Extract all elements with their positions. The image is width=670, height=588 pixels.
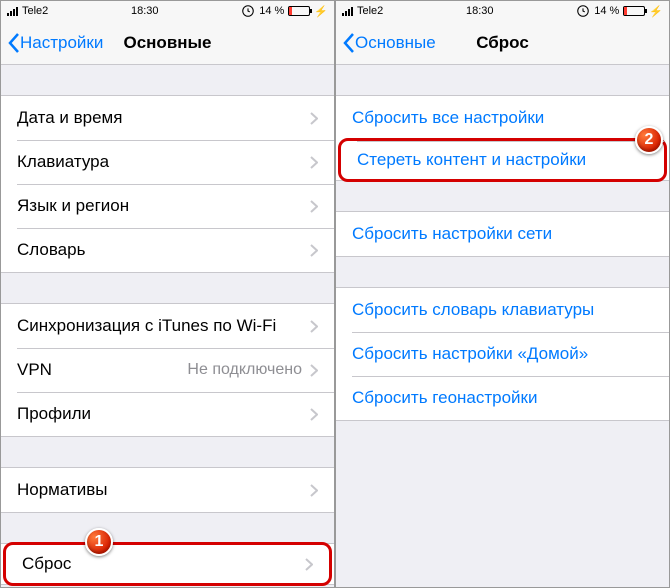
nav-bar: Основные Сброс [336, 21, 669, 65]
cell-label: Сброс [22, 554, 71, 574]
cell-vpn[interactable]: VPN Не подключено [1, 348, 334, 392]
callout-badge-2: 2 [635, 126, 663, 154]
cell-reset-network[interactable]: Сбросить настройки сети [336, 212, 669, 256]
chevron-left-icon [342, 32, 355, 54]
group-general-3: Нормативы [1, 467, 334, 513]
cell-label: Сбросить все настройки [352, 108, 544, 128]
battery-pct-label: 14 % [594, 5, 619, 17]
page-title: Сброс [476, 33, 529, 53]
cell-erase-all[interactable]: Стереть контент и настройки [338, 138, 667, 182]
chevron-right-icon [310, 320, 318, 333]
cell-reset[interactable]: Сброс [3, 542, 332, 586]
group-reset-2: Сбросить настройки сети [336, 211, 669, 257]
cell-label: Словарь [17, 240, 85, 260]
cell-label: Дата и время [17, 108, 122, 128]
cell-label: Сбросить настройки «Домой» [352, 344, 588, 364]
chevron-right-icon [310, 200, 318, 213]
battery-icon [623, 6, 645, 16]
cell-dictionary[interactable]: Словарь [1, 228, 334, 272]
page-title: Основные [123, 33, 211, 53]
cell-profiles[interactable]: Профили [1, 392, 334, 436]
back-button[interactable]: Основные [336, 32, 436, 54]
cell-detail-label: Не подключено [187, 361, 302, 379]
group-reset-1: 2 Сбросить все настройки Стереть контент… [336, 95, 669, 181]
status-bar: Tele2 18:30 14 % ⚡ [1, 1, 334, 21]
phone-left: Tele2 18:30 14 % ⚡ Настройки Основные Да… [0, 0, 335, 588]
cell-label: Синхронизация c iTunes по Wi-Fi [17, 316, 276, 336]
cell-label: Сбросить словарь клавиатуры [352, 300, 594, 320]
chevron-right-icon [310, 364, 318, 377]
cell-reset-keyboard-dict[interactable]: Сбросить словарь клавиатуры [336, 288, 669, 332]
time-label: 18:30 [466, 5, 494, 17]
cell-label: Язык и регион [17, 196, 129, 216]
carrier-label: Tele2 [22, 5, 48, 17]
group-general-2: Синхронизация c iTunes по Wi-Fi VPN Не п… [1, 303, 334, 437]
battery-icon [288, 6, 310, 16]
signal-icon [342, 7, 353, 16]
back-button[interactable]: Настройки [1, 32, 103, 54]
chevron-right-icon [310, 484, 318, 497]
cell-reset-location[interactable]: Сбросить геонастройки [336, 376, 669, 420]
cell-label: Стереть контент и настройки [357, 150, 586, 170]
cell-keyboard[interactable]: Клавиатура [1, 140, 334, 184]
nav-bar: Настройки Основные [1, 21, 334, 65]
cell-label: Клавиатура [17, 152, 109, 172]
group-general-1: Дата и время Клавиатура Язык и регион Сл… [1, 95, 334, 273]
chevron-right-icon [305, 558, 313, 571]
cell-itunes-sync[interactable]: Синхронизация c iTunes по Wi-Fi [1, 304, 334, 348]
time-label: 18:30 [131, 5, 159, 17]
callout-number: 2 [645, 131, 654, 149]
chevron-right-icon [310, 156, 318, 169]
cell-date-time[interactable]: Дата и время [1, 96, 334, 140]
back-label: Настройки [20, 33, 103, 53]
group-reset-3: Сбросить словарь клавиатуры Сбросить нас… [336, 287, 669, 421]
group-general-4: 1 Сброс [1, 543, 334, 585]
chevron-right-icon [310, 112, 318, 125]
cell-reset-all-settings[interactable]: Сбросить все настройки [336, 96, 669, 140]
rotation-lock-icon [241, 4, 255, 18]
chevron-left-icon [7, 32, 20, 54]
carrier-label: Tele2 [357, 5, 383, 17]
cell-label: Профили [17, 404, 91, 424]
battery-pct-label: 14 % [259, 5, 284, 17]
cell-label: Нормативы [17, 480, 108, 500]
phone-right: Tele2 18:30 14 % ⚡ Основные Сброс 2 Сбро… [335, 0, 670, 588]
back-label: Основные [355, 33, 436, 53]
charging-icon: ⚡ [314, 5, 328, 18]
rotation-lock-icon [576, 4, 590, 18]
cell-reset-home-layout[interactable]: Сбросить настройки «Домой» [336, 332, 669, 376]
signal-icon [7, 7, 18, 16]
cell-label: Сбросить геонастройки [352, 388, 538, 408]
cell-regulatory[interactable]: Нормативы [1, 468, 334, 512]
status-bar: Tele2 18:30 14 % ⚡ [336, 1, 669, 21]
callout-badge-1: 1 [85, 528, 113, 556]
callout-number: 1 [95, 533, 104, 551]
chevron-right-icon [310, 408, 318, 421]
cell-label: Сбросить настройки сети [352, 224, 552, 244]
cell-language-region[interactable]: Язык и регион [1, 184, 334, 228]
chevron-right-icon [310, 244, 318, 257]
cell-label: VPN [17, 360, 52, 380]
charging-icon: ⚡ [649, 5, 663, 18]
